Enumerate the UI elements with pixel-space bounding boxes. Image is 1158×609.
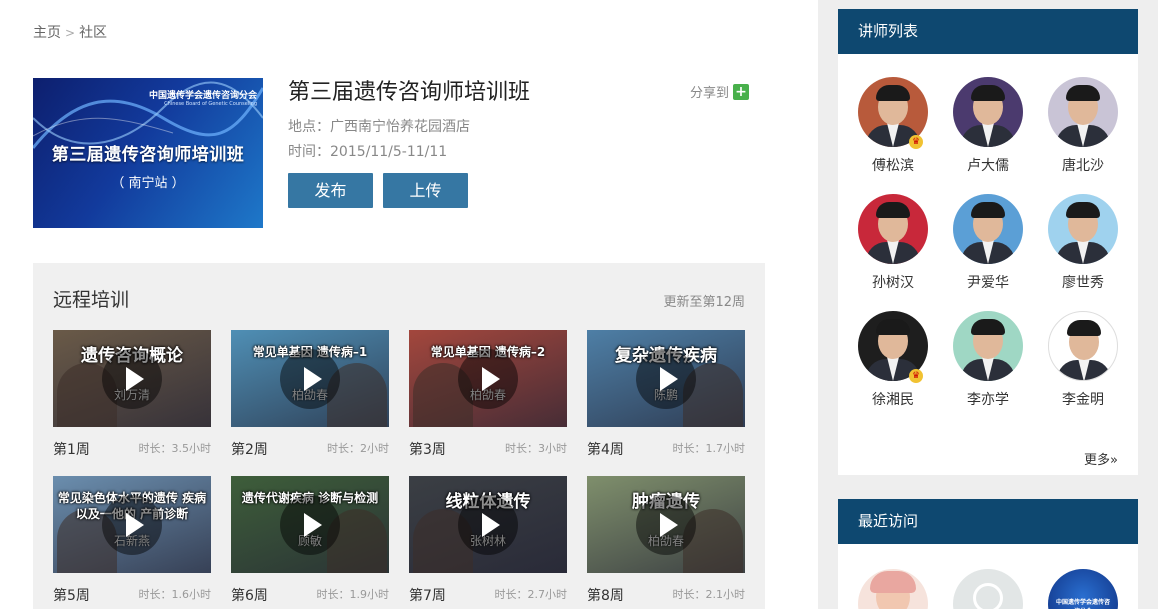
video-thumbnail[interactable]: 复杂遗传疾病 陈鹏 [587,330,745,427]
recent-avatar-org-text: 中国遗传学会遗传咨询分会 [1055,599,1110,609]
video-card[interactable]: 肿瘤遗传 柏劭春第8周 时长：2.1小时 [587,476,746,605]
cover-org-logo-text: 中国遗传学会遗传咨询分会 Chinese Board of Genetic Co… [148,91,257,107]
teacher-name[interactable]: 卢大儒 [948,155,1028,175]
cover-title: 第三届遗传咨询师培训班 [51,145,245,165]
video-card[interactable]: 线粒体遗传 张树林第7周 时长：2.7小时 [409,476,568,605]
video-thumbnail[interactable]: 遗传咨询概论 刘万清 [53,330,211,427]
course-title: 第三届遗传咨询师培训班 [288,80,531,105]
play-icon[interactable] [102,495,162,555]
breadcrumb-separator: > [65,26,76,40]
video-thumbnail[interactable]: 常见单基因 遗传病–2 柏劭春 [409,330,567,427]
play-icon[interactable] [636,349,696,409]
video-thumbnail[interactable]: 遗传代谢疾病 诊断与检测 顾敏 [231,476,389,573]
play-icon[interactable] [280,349,340,409]
video-card[interactable]: 常见单基因 遗传病–2 柏劭春第3周 时长：3小时 [409,330,567,459]
teacher-item[interactable]: 卢大儒 [948,77,1028,175]
video-thumbnail[interactable]: 肿瘤遗传 柏劭春 [587,476,745,573]
course-location: 地点：广西南宁怡养花园酒店 [288,119,470,135]
teacher-item[interactable]: 尹爱华 [948,194,1028,292]
play-icon[interactable] [458,349,518,409]
video-card[interactable]: 常见单基因 遗传病–1 柏劭春第2周 时长：2小时 [231,330,389,459]
video-week[interactable]: 第2周 [231,439,268,459]
teacher-avatar[interactable] [953,311,1023,381]
recent-visitor-avatar[interactable] [953,569,1023,609]
teacher-name[interactable]: 尹爱华 [948,272,1028,292]
crown-icon: ♛ [909,135,923,149]
teacher-avatar[interactable] [1048,194,1118,264]
course-cover-image: 中国遗传学会遗传咨询分会 Chinese Board of Genetic Co… [33,78,263,228]
video-duration: 时长：2.7小时 [494,588,568,601]
share-label: 分享到 [690,86,730,101]
update-status: 更新至第12周 [663,295,745,310]
course-time: 时间：2015/11/5-11/11 [288,144,448,160]
video-duration: 时长：3小时 [505,442,567,455]
video-week[interactable]: 第3周 [409,439,446,459]
video-duration: 时长：1.6小时 [138,588,212,601]
video-duration: 时长：2.1小时 [672,588,746,601]
video-card[interactable]: 遗传代谢疾病 诊断与检测 顾敏第6周 时长：1.9小时 [231,476,390,605]
more-teachers-link[interactable]: 更多» [1084,449,1118,468]
publish-button[interactable]: 发布 [288,173,373,208]
crown-icon: ♛ [909,369,923,383]
video-thumbnail[interactable]: 线粒体遗传 张树林 [409,476,567,573]
teacher-name[interactable]: 李金明 [1043,389,1123,409]
teacher-avatar[interactable] [1048,311,1118,381]
teacher-avatar[interactable] [858,194,928,264]
play-icon[interactable] [458,495,518,555]
teacher-name[interactable]: 唐北沙 [1043,155,1123,175]
cover-subtitle: （ 南宁站 ） [111,176,185,191]
teacher-name[interactable]: 廖世秀 [1043,272,1123,292]
upload-button[interactable]: 上传 [383,173,468,208]
play-icon[interactable] [636,495,696,555]
video-week[interactable]: 第4周 [587,439,624,459]
video-week[interactable]: 第8周 [587,585,624,605]
video-duration: 时长：2小时 [327,442,389,455]
teacher-item[interactable]: ♛ 傅松滨 [853,77,933,175]
video-duration: 时长：3.5小时 [138,442,212,455]
recent-visits-box: 最近访问 中国遗传学会遗传咨询分会 [838,499,1138,609]
play-icon[interactable] [280,495,340,555]
teacher-item[interactable]: 孙树汉 [853,194,933,292]
panel-title: 远程培训 [53,289,130,311]
teacher-list-title: 讲师列表 [838,9,1138,54]
teacher-item[interactable]: 李亦学 [948,311,1028,409]
recent-visitor-avatar[interactable]: 中国遗传学会遗传咨询分会 [1048,569,1118,609]
remote-training-panel: 远程培训 更新至第12周 遗传咨询概论 刘万清第1周 时长：3.5小时 常见单基因 遗… [33,263,765,609]
teacher-item[interactable]: 唐北沙 [1043,77,1123,175]
plus-icon: + [733,83,750,100]
video-thumbnail[interactable]: 常见染色体水平的遗传 疾病以及一他的 产前诊断 石新燕 [53,476,211,573]
video-card[interactable]: 复杂遗传疾病 陈鹏第4周 时长：1.7小时 [587,330,746,459]
teacher-name[interactable]: 傅松滨 [853,155,933,175]
teacher-item[interactable]: ♛ 徐湘民 [853,311,933,409]
teacher-list-box: 讲师列表 ♛ 傅松滨 卢大儒 唐北沙孙树汉 尹爱华 廖世秀 ♛ 徐湘民 李亦学 李金明 更多» [838,9,1138,475]
teacher-item[interactable]: 李金明 [1043,311,1123,409]
video-duration: 时长：1.7小时 [672,442,746,455]
teacher-item[interactable]: 廖世秀 [1043,194,1123,292]
teacher-name[interactable]: 徐湘民 [853,389,933,409]
play-icon[interactable] [102,349,162,409]
teacher-avatar[interactable] [953,77,1023,147]
teacher-name[interactable]: 李亦学 [948,389,1028,409]
teacher-avatar[interactable] [1048,77,1118,147]
video-duration: 时长：1.9小时 [316,588,390,601]
recent-visitor-avatar[interactable] [858,569,928,609]
video-week[interactable]: 第1周 [53,439,90,459]
recent-visits-title: 最近访问 [838,499,1138,544]
video-week[interactable]: 第6周 [231,585,268,605]
video-card[interactable]: 遗传咨询概论 刘万清第1周 时长：3.5小时 [53,330,212,459]
share-button[interactable]: 分享到 + [690,82,750,101]
breadcrumb-current[interactable]: 社区 [79,25,107,41]
breadcrumb-home[interactable]: 主页 [33,25,61,41]
breadcrumb: 主页 > 社区 [33,22,107,42]
video-thumbnail[interactable]: 常见单基因 遗传病–1 柏劭春 [231,330,389,427]
teacher-avatar[interactable] [953,194,1023,264]
teacher-name[interactable]: 孙树汉 [853,272,933,292]
video-week[interactable]: 第5周 [53,585,90,605]
video-card[interactable]: 常见染色体水平的遗传 疾病以及一他的 产前诊断 石新燕第5周 时长：1.6小时 [53,476,212,605]
video-week[interactable]: 第7周 [409,585,446,605]
